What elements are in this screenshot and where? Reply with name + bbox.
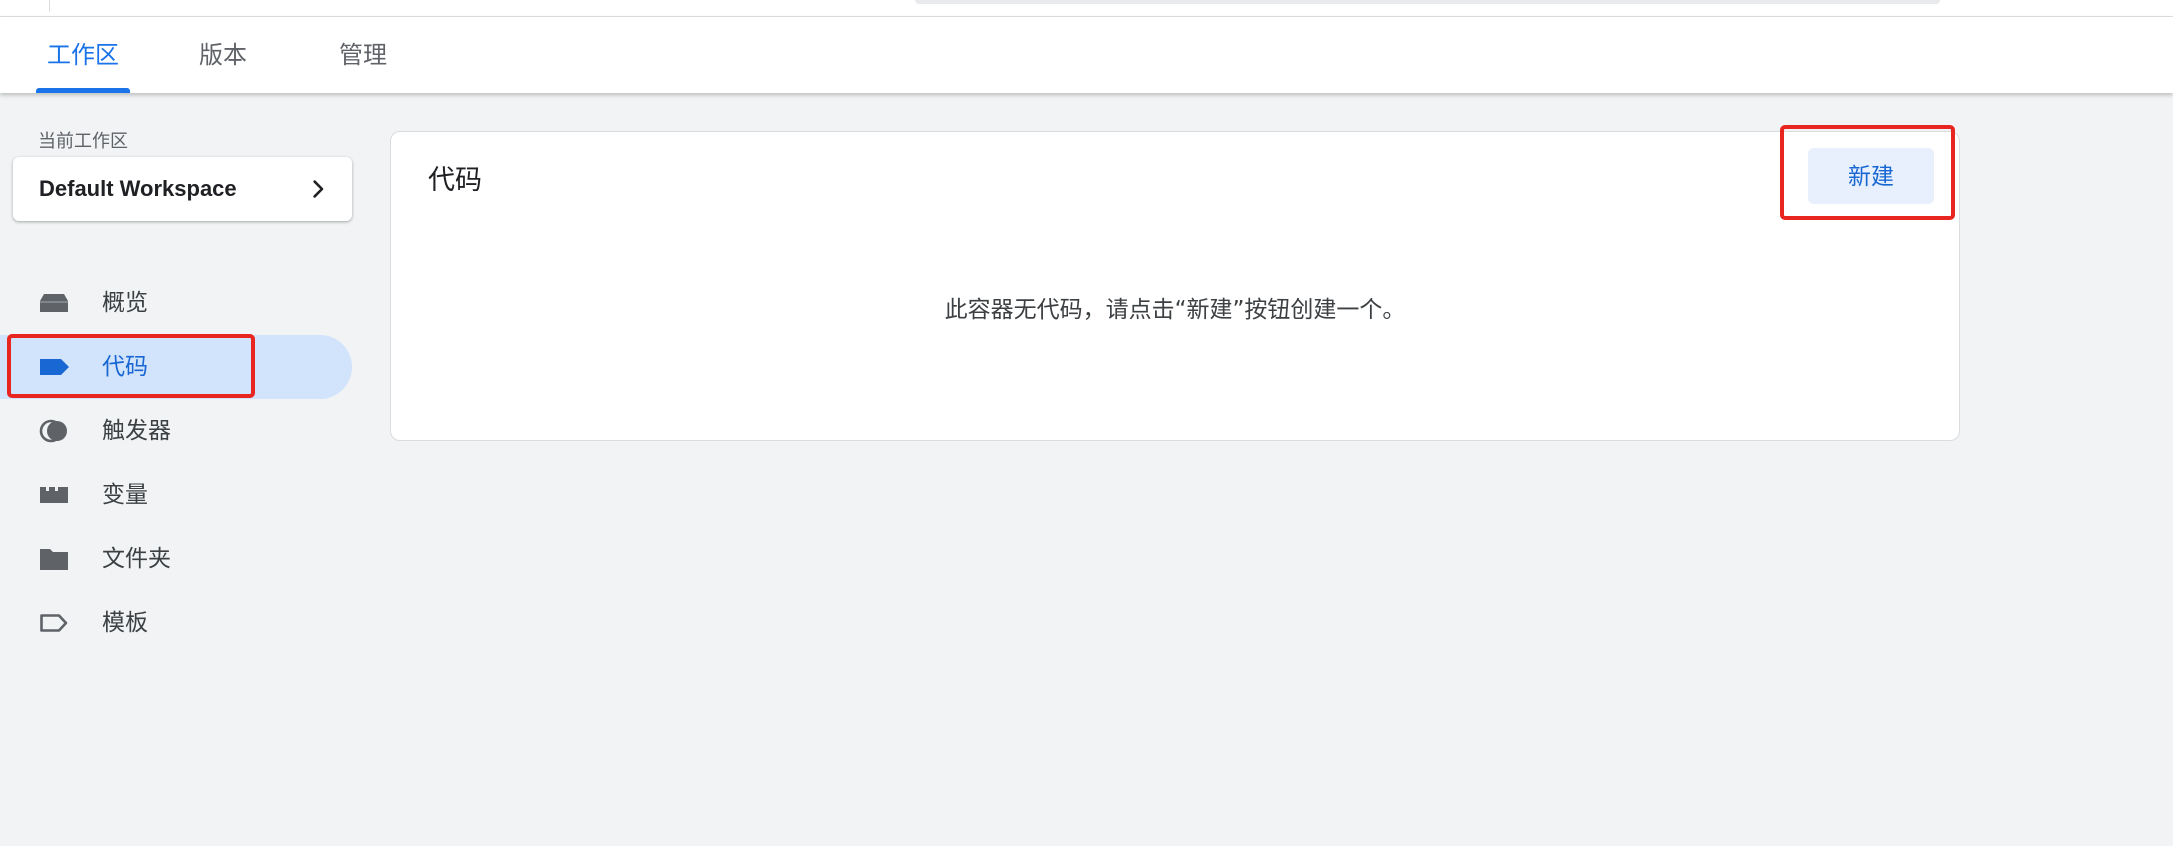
variable-icon xyxy=(40,487,68,503)
tab-workspace[interactable]: 工作区 xyxy=(36,17,130,93)
sidebar-item-label: 概览 xyxy=(102,290,148,316)
sidebar-item-label: 触发器 xyxy=(102,418,171,444)
sidebar-item-overview[interactable]: 概览 xyxy=(0,271,352,335)
sidebar-item-variables[interactable]: 变量 xyxy=(0,463,352,527)
trigger-icon xyxy=(39,419,67,443)
new-tag-button[interactable]: 新建 xyxy=(1808,148,1934,204)
sidebar-item-label: 变量 xyxy=(102,482,148,508)
top-bar-divider xyxy=(49,0,50,12)
sidebar-item-label: 代码 xyxy=(102,354,148,380)
tag-icon xyxy=(40,359,69,375)
folder-icon xyxy=(40,549,68,570)
top-app-bar xyxy=(0,0,2173,17)
tags-card: 代码 新建 此容器无代码，请点击“新建”按钮创建一个。 xyxy=(390,131,1960,441)
sidebar: 当前工作区 Default Workspace 概览 代码 触发器 变量 文件夹… xyxy=(0,93,360,846)
search-bar[interactable] xyxy=(915,0,1940,4)
tab-versions[interactable]: 版本 xyxy=(190,17,256,93)
sidebar-item-templates[interactable]: 模板 xyxy=(0,591,352,655)
template-icon xyxy=(40,614,68,632)
overview-icon xyxy=(40,294,68,312)
sidebar-item-tags[interactable]: 代码 xyxy=(0,335,352,399)
sidebar-item-label: 文件夹 xyxy=(102,546,171,572)
sidebar-item-label: 模板 xyxy=(102,610,148,636)
workspace-name: Default Workspace xyxy=(39,176,237,201)
tab-admin[interactable]: 管理 xyxy=(330,17,396,93)
tab-bar: 工作区 版本 管理 xyxy=(0,17,2173,93)
sidebar-item-triggers[interactable]: 触发器 xyxy=(0,399,352,463)
current-workspace-label: 当前工作区 xyxy=(38,131,128,152)
sidebar-item-folders[interactable]: 文件夹 xyxy=(0,527,352,591)
chevron-right-icon xyxy=(313,180,324,198)
card-title: 代码 xyxy=(428,165,482,196)
empty-state-message: 此容器无代码，请点击“新建”按钮创建一个。 xyxy=(944,297,1406,323)
workspace-selector[interactable]: Default Workspace xyxy=(13,157,352,221)
